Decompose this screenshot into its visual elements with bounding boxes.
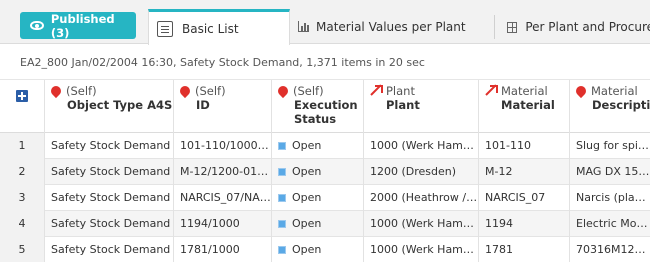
grid-icon xyxy=(507,21,518,33)
table-row[interactable]: 3 Safety Stock Demand NARCIS_07/NAR... O… xyxy=(0,185,650,211)
header-name-line2: Status xyxy=(294,112,337,126)
header-top: Plant xyxy=(386,84,415,98)
tab-basic-list-label: Basic List xyxy=(182,21,239,36)
cell-description: 70316M12LE2 xyxy=(576,243,650,256)
cell-id: 1781/1000 xyxy=(174,237,272,262)
cell-status: Open xyxy=(272,133,364,159)
info-line: EA2_800 Jan/02/2004 16:30, Safety Stock … xyxy=(20,56,425,69)
cell-object-type: Safety Stock Demand xyxy=(45,237,174,262)
arrow-up-right-icon xyxy=(485,84,498,98)
grid-header: (Self) Object Type A4S (Self) ID (Self) … xyxy=(0,80,650,133)
cell-id: NARCIS_07/NAR... xyxy=(174,185,272,211)
cell-material: M-12 xyxy=(479,159,570,185)
cell-material: NARCIS_07 xyxy=(479,185,570,211)
cell-status: Open xyxy=(272,211,364,237)
cell-id: M-12/1200-0120 xyxy=(174,159,272,185)
cell-material: 1781 xyxy=(479,237,570,262)
tab-material-values[interactable]: Material Values per Plant xyxy=(298,9,488,44)
cell-status: Open xyxy=(272,159,364,185)
status-icon xyxy=(278,168,286,176)
row-number: 3 xyxy=(0,185,45,211)
header-name: Material xyxy=(501,98,555,112)
list-icon xyxy=(157,20,173,37)
tab-material-values-label: Material Values per Plant xyxy=(316,19,466,34)
table-row[interactable]: 5 Safety Stock Demand 1781/1000 Open 100… xyxy=(0,237,650,262)
status-text: Open xyxy=(292,139,322,152)
pin-icon xyxy=(573,83,589,99)
expand-all-icon[interactable] xyxy=(16,90,28,102)
table-row[interactable]: 1 Safety Stock Demand 101-110/1000-L... … xyxy=(0,133,650,159)
status-text: Open xyxy=(292,243,322,256)
published-label: Published (3) xyxy=(50,11,115,40)
tab-basic-list[interactable]: Basic List xyxy=(148,9,290,45)
cell-status: Open xyxy=(272,237,364,262)
status-icon xyxy=(278,220,286,228)
pin-icon xyxy=(48,83,64,99)
header-object-type[interactable]: (Self) Object Type A4S xyxy=(45,80,174,133)
eye-icon xyxy=(30,21,44,30)
tab-per-plant-label: Per Plant and Procure xyxy=(525,20,650,34)
cell-object-type: Safety Stock Demand xyxy=(45,159,174,185)
header-name: ID xyxy=(196,98,210,112)
cell-object-type: Safety Stock Demand xyxy=(45,133,174,159)
header-plant[interactable]: Plant Plant xyxy=(364,80,479,133)
header-top: Material xyxy=(591,84,638,98)
status-text: Open xyxy=(292,191,322,204)
status-text: Open xyxy=(292,165,322,178)
row-number: 5 xyxy=(0,237,45,262)
arrow-up-right-icon xyxy=(370,84,383,98)
cell-object-type: Safety Stock Demand xyxy=(45,185,174,211)
cell-plant: 1000 (Werk Hamburg) xyxy=(364,133,479,159)
cell-description: Slug for spiral c xyxy=(576,139,650,152)
row-number: 1 xyxy=(0,133,45,159)
cell-object-type: Safety Stock Demand xyxy=(45,211,174,237)
status-text: Open xyxy=(292,217,322,230)
header-top: (Self) xyxy=(195,84,226,98)
status-icon xyxy=(278,246,286,254)
cell-description: MAG DX 15F/F xyxy=(576,165,650,178)
published-button[interactable]: Published (3) xyxy=(20,11,136,40)
header-name: Execution xyxy=(294,98,358,112)
header-id[interactable]: (Self) ID xyxy=(174,80,272,133)
header-description[interactable]: Material Description xyxy=(570,80,650,133)
header-expand-cell xyxy=(0,80,45,133)
tab-per-plant[interactable]: Per Plant and Procure xyxy=(494,15,650,39)
cell-status: Open xyxy=(272,185,364,211)
pin-icon xyxy=(275,83,291,99)
header-name: Plant xyxy=(386,98,420,112)
cell-plant: 1000 (Werk Hamburg) xyxy=(364,237,479,262)
cell-id: 1194/1000 xyxy=(174,211,272,237)
header-top: (Self) xyxy=(66,84,97,98)
cell-plant: 2000 (Heathrow / H... xyxy=(364,185,479,211)
cell-id: 101-110/1000-L... xyxy=(174,133,272,159)
header-top: (Self) xyxy=(293,84,324,98)
cell-plant: 1200 (Dresden) xyxy=(364,159,479,185)
status-icon xyxy=(278,194,286,202)
header-execution-status[interactable]: (Self) Execution Status xyxy=(272,80,364,133)
header-material[interactable]: Material Material xyxy=(479,80,570,133)
status-icon xyxy=(278,142,286,150)
cell-description: Electric Motor 1 xyxy=(576,217,650,230)
table-row[interactable]: 2 Safety Stock Demand M-12/1200-0120 Ope… xyxy=(0,159,650,185)
cell-description: Narcis (planget xyxy=(576,191,650,204)
row-number: 2 xyxy=(0,159,45,185)
cell-material: 101-110 xyxy=(479,133,570,159)
table-row[interactable]: 4 Safety Stock Demand 1194/1000 Open 100… xyxy=(0,211,650,237)
header-top: Material xyxy=(501,84,548,98)
header-name: Object Type A4S xyxy=(67,98,173,112)
tab-bar: Published (3) Basic List Material Values… xyxy=(0,0,650,45)
cell-material: 1194 xyxy=(479,211,570,237)
cell-plant: 1000 (Werk Hamburg) xyxy=(364,211,479,237)
row-number: 4 xyxy=(0,211,45,237)
pin-icon xyxy=(177,83,193,99)
header-name: Description xyxy=(592,98,650,112)
bar-chart-icon xyxy=(298,21,309,32)
